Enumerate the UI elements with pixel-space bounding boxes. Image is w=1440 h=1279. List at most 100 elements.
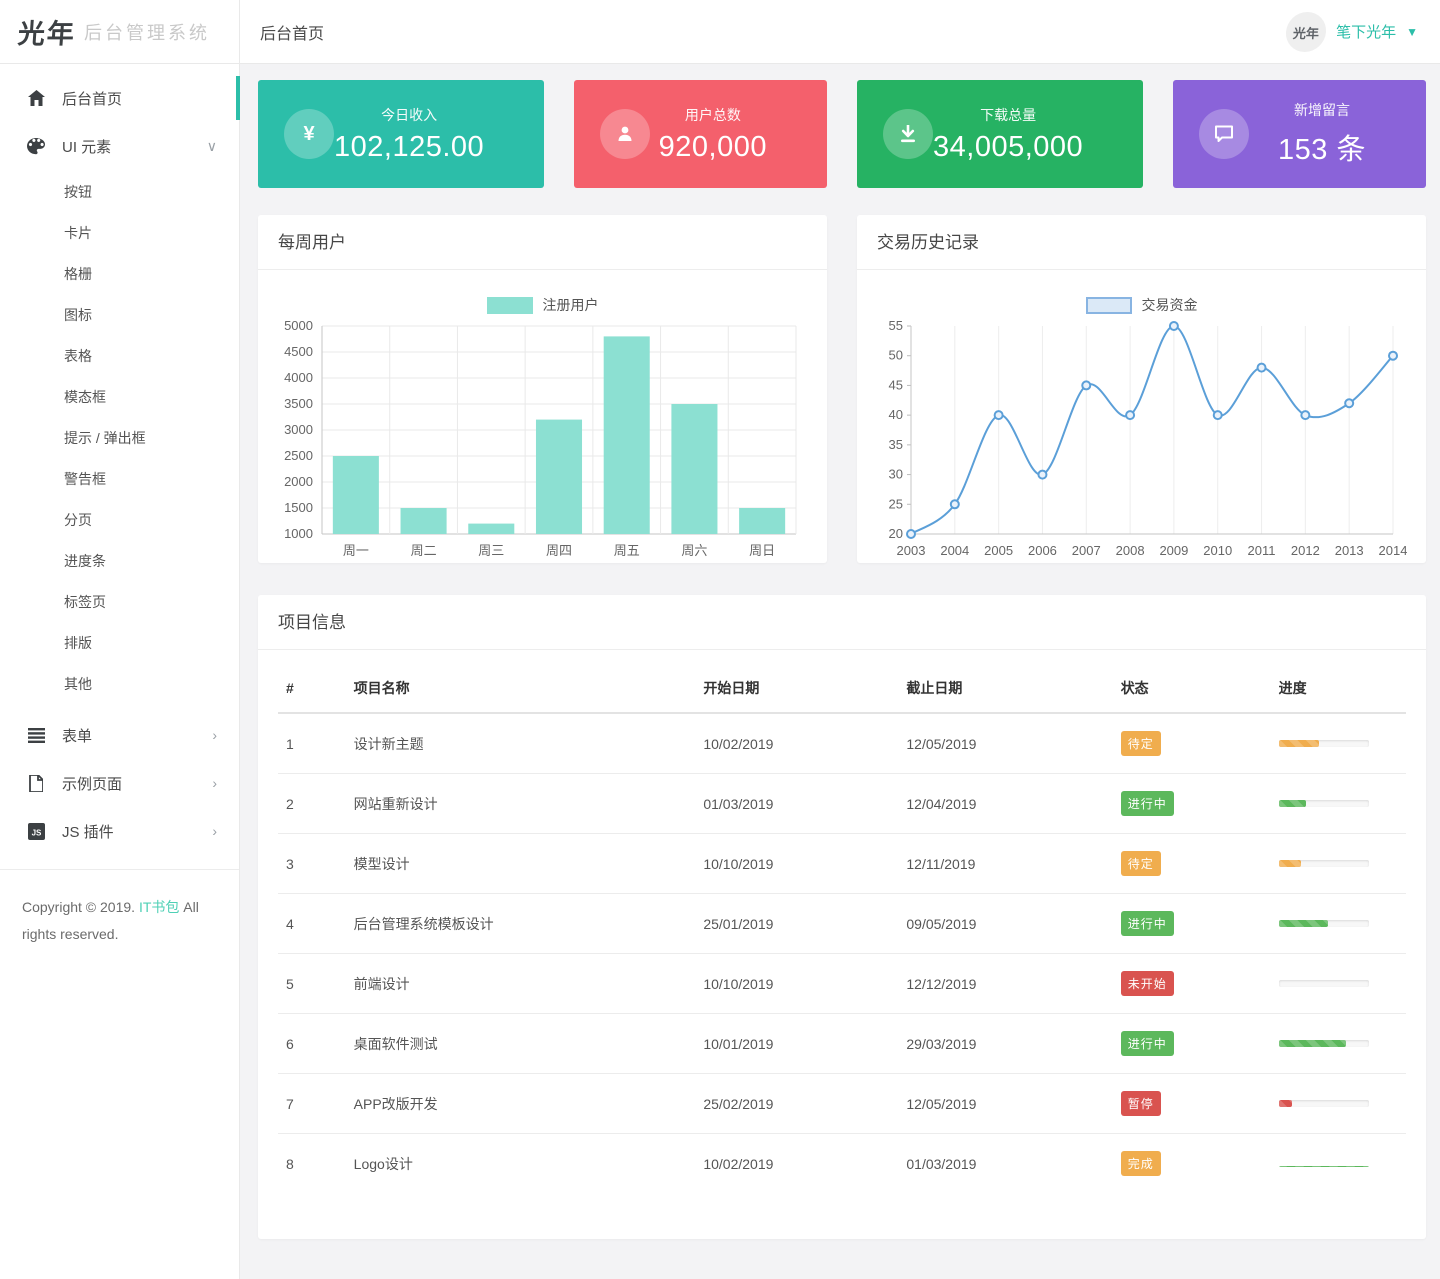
cell-status: 未开始 [1113,954,1271,1014]
sidebar: 光年 后台管理系统 后台首页 UI 元素 ∨ 按钮卡片格栅图标表格模态框提示 /… [0,0,240,1279]
svg-text:周二: 周二 [411,543,437,558]
status-badge: 待定 [1121,851,1161,876]
cell-progress [1271,834,1406,894]
main-area: 后台首页 光年 笔下光年 ▼ ¥ 今日收入 102,125.00 [240,0,1440,1279]
sidebar-subitem[interactable]: 分页 [0,500,239,541]
topbar: 后台首页 光年 笔下光年 ▼ [240,0,1440,64]
palette-icon [26,138,46,155]
svg-text:5000: 5000 [284,320,313,333]
stat-card-downloads: 下载总量 34,005,000 [857,80,1143,188]
cell-status: 进行中 [1113,894,1271,954]
svg-text:2003: 2003 [897,543,926,558]
sidebar-subitem[interactable]: 表格 [0,336,239,377]
sidebar-subitem[interactable]: 格栅 [0,254,239,295]
status-badge: 完成 [1121,1151,1161,1176]
sidebar-subitem[interactable]: 其他 [0,664,239,705]
sidebar-subitem[interactable]: 卡片 [0,213,239,254]
bar-chart-legend: 注册用户 [276,292,809,318]
cell-end-date: 12/12/2019 [898,954,1112,1014]
yen-icon: ¥ [284,109,334,159]
projects-card: 项目信息 # 项目名称 开始日期 截止日期 [258,595,1426,1239]
svg-text:40: 40 [889,407,903,422]
svg-text:周一: 周一 [343,543,369,558]
sidebar-subitem[interactable]: 进度条 [0,541,239,582]
status-badge: 待定 [1121,731,1161,756]
svg-text:20: 20 [889,526,903,541]
cell-start-date: 10/02/2019 [695,1134,898,1194]
line-chart-body: 交易资金 20032004200520062007200820092010201… [857,270,1426,577]
copyright-prefix: Copyright © 2019. [22,899,135,915]
svg-text:30: 30 [889,467,903,482]
sidebar-item-label: JS 插件 [62,821,114,842]
weekly-users-bar-chart: 100015002000250030003500400045005000周一周二… [276,320,809,567]
page-content: ¥ 今日收入 102,125.00 用户总数 920,000 [240,64,1440,1279]
stats-row: ¥ 今日收入 102,125.00 用户总数 920,000 [258,80,1426,188]
table-row: 6桌面软件测试10/01/201929/03/2019进行中 [278,1014,1406,1074]
logo[interactable]: 光年 后台管理系统 [0,0,239,64]
progress-bar [1279,920,1369,927]
stat-label: 新增留言 [1278,100,1366,120]
legend-label: 交易资金 [1142,295,1198,315]
cell-end-date: 09/05/2019 [898,894,1112,954]
col-header-num: # [278,658,346,713]
file-icon [26,775,46,792]
sidebar-item-home[interactable]: 后台首页 [0,74,239,122]
sidebar-subitem[interactable]: 标签页 [0,582,239,623]
breadcrumb[interactable]: 后台首页 [260,20,324,44]
table-row: 5前端设计10/10/201912/12/2019未开始 [278,954,1406,1014]
user-icon [600,109,650,159]
sidebar-subitem[interactable]: 提示 / 弹出框 [0,418,239,459]
stat-card-income: ¥ 今日收入 102,125.00 [258,80,544,188]
sidebar-item-ui-elements[interactable]: UI 元素 ∨ [0,122,239,170]
svg-text:2012: 2012 [1291,543,1320,558]
svg-text:2000: 2000 [284,474,313,489]
transaction-line-chart: 2003200420052006200720082009201020112012… [875,320,1408,567]
svg-text:2004: 2004 [940,543,969,558]
svg-text:2006: 2006 [1028,543,1057,558]
copyright-link[interactable]: IT书包 [139,899,179,915]
cell-name: 桌面软件测试 [346,1014,696,1074]
progress-bar [1279,1040,1369,1047]
cell-status: 进行中 [1113,774,1271,834]
progress-bar [1279,860,1369,867]
col-header-progress: 进度 [1271,658,1406,713]
sidebar-item-label: 后台首页 [62,88,122,109]
cell-progress [1271,1074,1406,1134]
stat-card-users: 用户总数 920,000 [574,80,827,188]
svg-text:2011: 2011 [1248,543,1276,558]
cell-start-date: 25/01/2019 [695,894,898,954]
sidebar-subitem[interactable]: 模态框 [0,377,239,418]
cell-num: 1 [278,713,346,774]
svg-text:周六: 周六 [681,543,707,558]
cell-progress [1271,954,1406,1014]
sidebar-subitem[interactable]: 图标 [0,295,239,336]
sidebar-subitem[interactable]: 排版 [0,623,239,664]
sidebar-item-js-plugins[interactable]: JS JS 插件 › [0,807,239,855]
cell-start-date: 10/10/2019 [695,834,898,894]
sidebar-subitem[interactable]: 按钮 [0,172,239,213]
cell-num: 7 [278,1074,346,1134]
sidebar-item-label: UI 元素 [62,136,111,157]
svg-text:4000: 4000 [284,370,313,385]
caret-down-icon: ▼ [1406,25,1418,39]
sidebar-subitem[interactable]: 警告框 [0,459,239,500]
cell-num: 3 [278,834,346,894]
cell-end-date: 12/11/2019 [898,834,1112,894]
status-badge: 未开始 [1121,971,1174,996]
cell-status: 进行中 [1113,1014,1271,1074]
sidebar-item-forms[interactable]: 表单 › [0,711,239,759]
status-badge: 进行中 [1121,1031,1174,1056]
svg-text:2013: 2013 [1335,543,1364,558]
cell-status: 待定 [1113,713,1271,774]
cell-progress [1271,713,1406,774]
chevron-down-icon: ∨ [207,139,217,153]
card-title: 项目信息 [258,595,1426,650]
user-menu[interactable]: 光年 笔下光年 ▼ [1286,12,1418,52]
cell-status: 暂停 [1113,1074,1271,1134]
svg-text:1000: 1000 [284,526,313,541]
cell-num: 6 [278,1014,346,1074]
cell-end-date: 12/04/2019 [898,774,1112,834]
sidebar-item-example-pages[interactable]: 示例页面 › [0,759,239,807]
svg-text:2008: 2008 [1116,543,1145,558]
table-row: 2网站重新设计01/03/201912/04/2019进行中 [278,774,1406,834]
